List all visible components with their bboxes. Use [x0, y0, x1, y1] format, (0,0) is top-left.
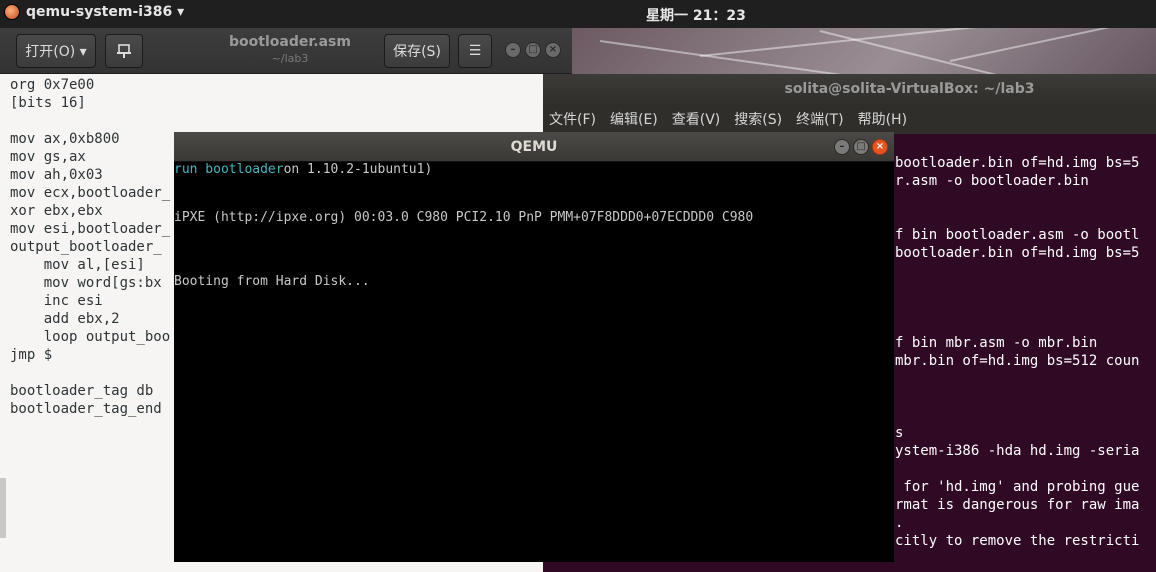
- minimize-icon[interactable]: –: [834, 139, 850, 155]
- pin-icon: [117, 44, 131, 58]
- terminal-menu-item[interactable]: 文件(F): [549, 109, 596, 129]
- code-line: bootloader_tag db: [10, 383, 154, 399]
- ipxe-line: iPXE (http://ipxe.org) 00:03.0 C980 PCI2…: [174, 210, 754, 225]
- gedit-header-bar: 打开(O) ▾ bootloader.asm ~/lab3 保存(S) ☰ – …: [0, 28, 572, 74]
- seabios-version-text: on 1.10.2-1ubuntu1): [283, 162, 433, 177]
- app-name[interactable]: qemu-system-i386 ▾: [26, 4, 184, 20]
- code-line: mov ecx,bootloader_: [10, 185, 171, 201]
- qemu-screen[interactable]: run bootloaderon 1.10.2-1ubuntu1) iPXE (…: [174, 162, 894, 562]
- top-panel: qemu-system-i386 ▾ 星期一 21：23: [0, 0, 1156, 28]
- bootloader-message: run bootloader: [174, 162, 284, 177]
- open-button[interactable]: 打开(O) ▾: [16, 34, 96, 68]
- code-line: loop output_boo: [10, 329, 171, 345]
- terminal-line: bootloader.bin of=hd.img bs=5: [895, 245, 1140, 261]
- gedit-scrollbar[interactable]: [0, 478, 6, 538]
- save-button[interactable]: 保存(S): [384, 34, 450, 68]
- qemu-window: QEMU – □ × run bootloaderon 1.10.2-1ubun…: [174, 132, 894, 562]
- code-line: add ebx,2: [10, 311, 120, 327]
- code-line: xor ebx,ebx: [10, 203, 103, 219]
- clock[interactable]: 星期一 21：23: [646, 5, 746, 25]
- maximize-icon[interactable]: □: [853, 139, 869, 155]
- terminal-line: citly to remove the restricti: [895, 533, 1140, 549]
- code-line: mov word[gs:bx: [10, 275, 162, 291]
- code-line: mov ax,0xb800: [10, 131, 120, 147]
- terminal-menu-item[interactable]: 查看(V): [672, 109, 721, 129]
- terminal-menu-item[interactable]: 帮助(H): [858, 109, 907, 129]
- minimize-icon[interactable]: –: [505, 42, 521, 58]
- terminal-title-bar: solita@solita-VirtualBox: ~/lab3: [543, 74, 1156, 104]
- code-line: inc esi: [10, 293, 103, 309]
- hamburger-menu-button[interactable]: ☰: [458, 34, 492, 68]
- code-line: output_bootloader_: [10, 239, 162, 255]
- boot-line-1: run bootloaderon 1.10.2-1ubuntu1): [174, 162, 432, 177]
- terminal-line: s: [895, 425, 904, 441]
- terminal-menu-item[interactable]: 终端(T): [796, 109, 843, 129]
- booting-line: Booting from Hard Disk...: [174, 274, 370, 289]
- gedit-window-controls: – □ ×: [505, 42, 561, 58]
- terminal-line: for 'hd.img' and probing gue: [895, 479, 1140, 495]
- terminal-menu-item[interactable]: 编辑(E): [610, 109, 658, 129]
- terminal-line: bootloader.bin of=hd.img bs=5: [895, 155, 1140, 171]
- pin-button[interactable]: [105, 34, 143, 68]
- code-line: mov esi,bootloader_: [10, 221, 171, 237]
- terminal-menu-item[interactable]: 搜索(S): [734, 109, 782, 129]
- terminal-line: rmat is dangerous for raw ima: [895, 497, 1140, 513]
- code-line: mov ah,0x03: [10, 167, 103, 183]
- close-icon[interactable]: ×: [545, 42, 561, 58]
- terminal-line: f bin mbr.asm -o mbr.bin: [895, 335, 1098, 351]
- qemu-title: QEMU: [510, 139, 558, 155]
- qemu-window-controls: – □ ×: [834, 139, 888, 155]
- code-line: org 0x7e00: [10, 77, 95, 93]
- maximize-icon[interactable]: □: [525, 42, 541, 58]
- terminal-line: f bin bootloader.asm -o bootl: [895, 227, 1140, 243]
- close-icon[interactable]: ×: [872, 139, 888, 155]
- terminal-line: r.asm -o bootloader.bin: [895, 173, 1089, 189]
- terminal-title: solita@solita-VirtualBox: ~/lab3: [784, 81, 1035, 97]
- qemu-title-bar: QEMU – □ ×: [174, 132, 894, 162]
- code-editor[interactable]: org 0x7e00 [bits 16] mov ax,0xb800 mov gs,…: [10, 76, 170, 418]
- qemu-app-icon: [4, 4, 20, 20]
- terminal-line: ystem-i386 -hda hd.img -seria: [895, 443, 1140, 459]
- terminal-line: mbr.bin of=hd.img bs=512 coun: [895, 353, 1140, 369]
- code-line: mov al,[esi]: [10, 257, 145, 273]
- code-line: bootloader_tag_end: [10, 401, 162, 417]
- document-path: ~/lab3: [271, 52, 309, 65]
- document-title: bootloader.asm: [229, 34, 351, 50]
- hamburger-icon: ☰: [468, 43, 482, 59]
- terminal-menubar: 文件(F) 编辑(E) 查看(V) 搜索(S) 终端(T) 帮助(H): [543, 104, 1156, 134]
- code-line: [bits 16]: [10, 95, 86, 111]
- terminal-line: .: [895, 515, 904, 531]
- code-line: mov gs,ax: [10, 149, 86, 165]
- app-menu[interactable]: qemu-system-i386 ▾: [4, 4, 184, 20]
- code-line: jmp $: [10, 347, 53, 363]
- terminal-output[interactable]: bootloader.bin of=hd.img bs=5 r.asm -o bo…: [895, 154, 1139, 550]
